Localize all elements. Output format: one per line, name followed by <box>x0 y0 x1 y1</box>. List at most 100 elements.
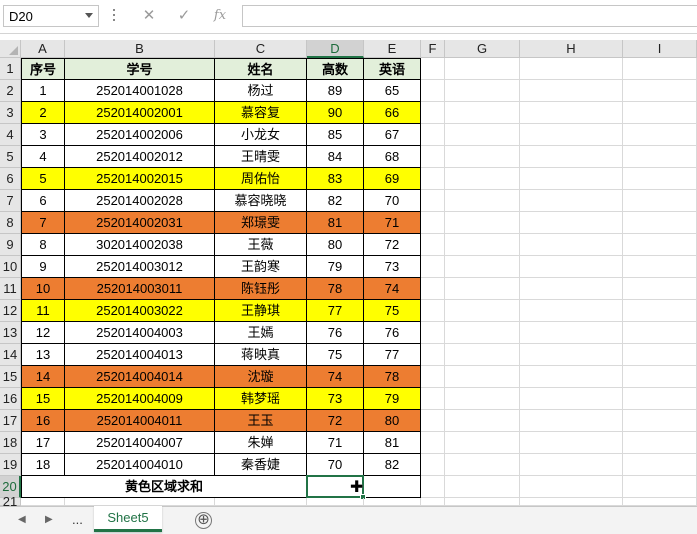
cell-math[interactable]: 84 <box>307 146 364 168</box>
cell-seq[interactable]: 10 <box>21 278 65 300</box>
cell-empty[interactable] <box>364 498 421 506</box>
cell-empty[interactable] <box>623 366 697 388</box>
insert-function-icon[interactable]: fx <box>210 6 230 26</box>
cell-math[interactable]: 83 <box>307 168 364 190</box>
table-header-student-id[interactable]: 学号 <box>65 58 215 80</box>
cell-empty[interactable] <box>623 190 697 212</box>
cell-empty[interactable] <box>421 256 445 278</box>
add-sheet-icon[interactable]: ⊕ <box>195 512 212 529</box>
cell-seq[interactable]: 3 <box>21 124 65 146</box>
cell-empty[interactable] <box>445 168 520 190</box>
cell-seq[interactable]: 11 <box>21 300 65 322</box>
cell-seq[interactable]: 13 <box>21 344 65 366</box>
row-header-18[interactable]: 18 <box>0 432 21 454</box>
row-header-5[interactable]: 5 <box>0 146 21 168</box>
cell-english[interactable]: 76 <box>364 322 421 344</box>
cell-student-id[interactable]: 252014002012 <box>65 146 215 168</box>
cell-empty[interactable] <box>421 454 445 476</box>
cell-empty[interactable] <box>520 388 623 410</box>
cell-empty[interactable] <box>520 58 623 80</box>
summary-english-cell[interactable] <box>364 476 421 498</box>
cell-math[interactable]: 71 <box>307 432 364 454</box>
cell-seq[interactable]: 18 <box>21 454 65 476</box>
cell-empty[interactable] <box>520 476 623 498</box>
cell-seq[interactable]: 17 <box>21 432 65 454</box>
cell-name[interactable]: 王玉 <box>215 410 307 432</box>
cell-empty[interactable] <box>520 432 623 454</box>
cell-empty[interactable] <box>445 80 520 102</box>
cell-math[interactable]: 80 <box>307 234 364 256</box>
cell-empty[interactable] <box>520 410 623 432</box>
row-header-11[interactable]: 11 <box>0 278 21 300</box>
cell-seq[interactable]: 5 <box>21 168 65 190</box>
cell-empty[interactable] <box>623 410 697 432</box>
row-header-1[interactable]: 1 <box>0 58 21 80</box>
cell-seq[interactable]: 7 <box>21 212 65 234</box>
cell-empty[interactable] <box>445 300 520 322</box>
cell-student-id[interactable]: 252014004010 <box>65 454 215 476</box>
cell-english[interactable]: 79 <box>364 388 421 410</box>
column-header-h[interactable]: H <box>520 40 623 58</box>
cell-empty[interactable] <box>623 168 697 190</box>
cell-empty[interactable] <box>623 322 697 344</box>
cell-name[interactable]: 沈璇 <box>215 366 307 388</box>
cell-empty[interactable] <box>421 432 445 454</box>
cell-name[interactable]: 王嫣 <box>215 322 307 344</box>
cell-student-id[interactable]: 252014004011 <box>65 410 215 432</box>
cell-empty[interactable] <box>623 124 697 146</box>
cell-empty[interactable] <box>445 410 520 432</box>
cell-empty[interactable] <box>623 432 697 454</box>
cell-english[interactable]: 72 <box>364 234 421 256</box>
cell-empty[interactable] <box>623 476 697 498</box>
cell-empty[interactable] <box>520 278 623 300</box>
cell-seq[interactable]: 8 <box>21 234 65 256</box>
row-header-3[interactable]: 3 <box>0 102 21 124</box>
cell-empty[interactable] <box>623 498 697 506</box>
cell-name[interactable]: 陈钰彤 <box>215 278 307 300</box>
cell-empty[interactable] <box>520 124 623 146</box>
cell-empty[interactable] <box>421 168 445 190</box>
cell-name[interactable]: 慕容晓晓 <box>215 190 307 212</box>
cell-math[interactable]: 85 <box>307 124 364 146</box>
row-header-17[interactable]: 17 <box>0 410 21 432</box>
cell-seq[interactable]: 1 <box>21 80 65 102</box>
cell-name[interactable]: 周佑怡 <box>215 168 307 190</box>
cell-empty[interactable] <box>421 410 445 432</box>
cell-student-id[interactable]: 252014003012 <box>65 256 215 278</box>
cell-empty[interactable] <box>445 58 520 80</box>
cell-english[interactable]: 66 <box>364 102 421 124</box>
cell-name[interactable]: 王薇 <box>215 234 307 256</box>
cell-empty[interactable] <box>520 256 623 278</box>
column-header-d[interactable]: D <box>307 40 364 58</box>
cell-empty[interactable] <box>623 234 697 256</box>
cell-empty[interactable] <box>623 454 697 476</box>
cell-name[interactable]: 杨过 <box>215 80 307 102</box>
cell-student-id[interactable]: 252014004003 <box>65 322 215 344</box>
cell-empty[interactable] <box>445 388 520 410</box>
cell-name[interactable]: 秦香婕 <box>215 454 307 476</box>
cell-math[interactable]: 74 <box>307 366 364 388</box>
cell-name[interactable]: 韩梦瑶 <box>215 388 307 410</box>
tab-scroll-left-icon[interactable]: ◀ <box>18 514 26 525</box>
cell-empty[interactable] <box>445 102 520 124</box>
cell-empty[interactable] <box>445 278 520 300</box>
cell-empty[interactable] <box>520 344 623 366</box>
cell-name[interactable]: 朱婵 <box>215 432 307 454</box>
tab-scroll-right-icon[interactable]: ▶ <box>45 514 53 525</box>
row-header-6[interactable]: 6 <box>0 168 21 190</box>
cell-empty[interactable] <box>445 124 520 146</box>
cell-math[interactable]: 70 <box>307 454 364 476</box>
cell-name[interactable]: 郑璟雯 <box>215 212 307 234</box>
cell-english[interactable]: 70 <box>364 190 421 212</box>
cell-seq[interactable]: 14 <box>21 366 65 388</box>
formula-input[interactable] <box>242 5 697 27</box>
cell-empty[interactable] <box>445 146 520 168</box>
cell-empty[interactable] <box>421 278 445 300</box>
name-box[interactable]: D20 <box>3 5 99 27</box>
cell-seq[interactable]: 16 <box>21 410 65 432</box>
enter-icon[interactable]: ✓ <box>174 6 194 26</box>
table-header-math[interactable]: 高数 <box>307 58 364 80</box>
cell-empty[interactable] <box>445 322 520 344</box>
cell-empty[interactable] <box>445 476 520 498</box>
cell-name[interactable]: 王静琪 <box>215 300 307 322</box>
